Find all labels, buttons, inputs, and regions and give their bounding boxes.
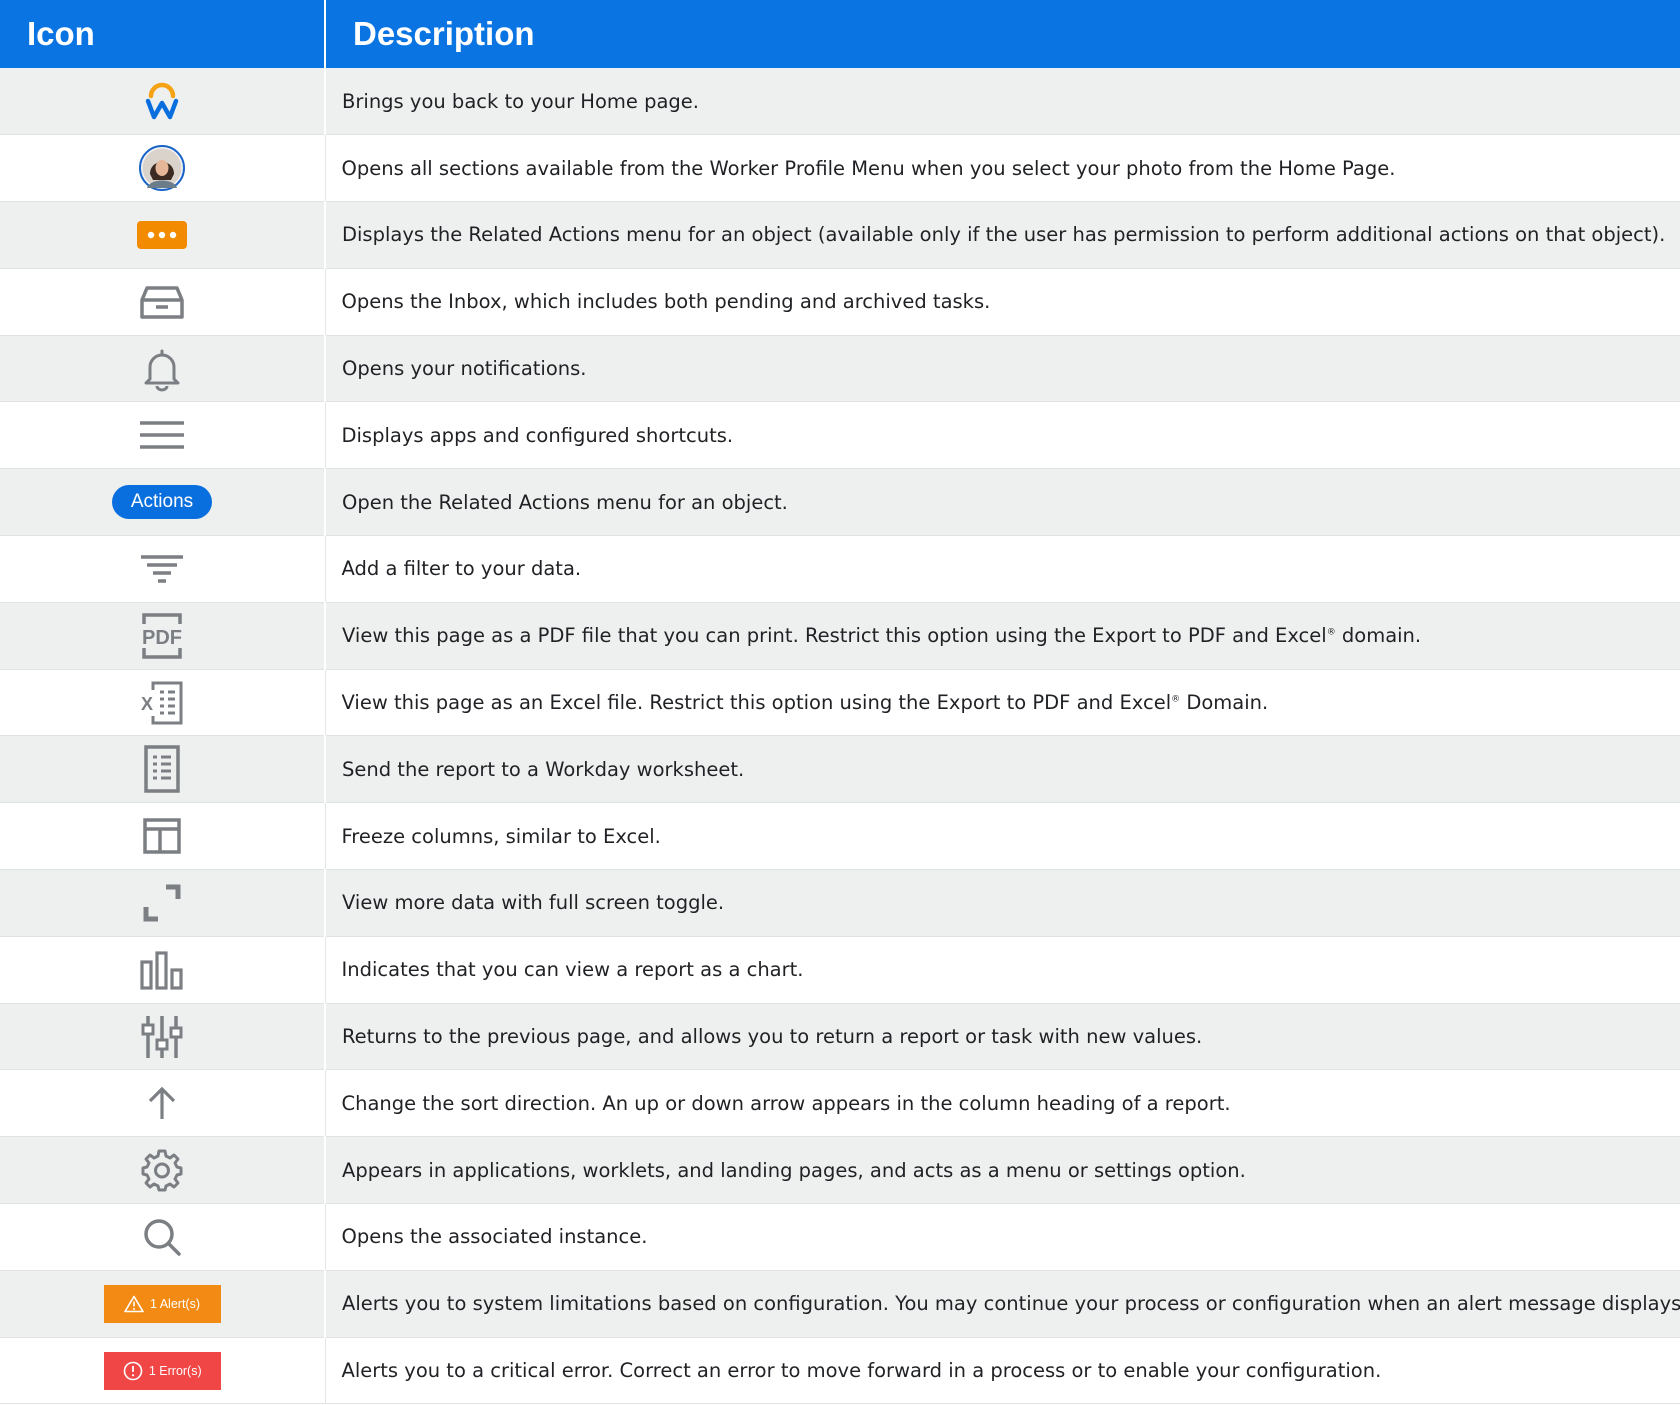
actions-button[interactable]: Actions xyxy=(111,485,213,520)
sort-arrow-up-icon[interactable] xyxy=(146,1085,178,1121)
table-row: Displays apps and configured shortcuts. xyxy=(0,401,1680,470)
table-row: Opens your notifications. xyxy=(0,335,1680,403)
error-badge-label: 1 Error(s) xyxy=(148,1363,202,1378)
svg-text:X: X xyxy=(141,694,153,714)
description-column-header: Description xyxy=(324,0,1680,68)
icon-column-header: Icon xyxy=(0,0,325,68)
row-description: Indicates that you can view a report as … xyxy=(325,936,1680,1004)
row-description: Opens your notifications. xyxy=(325,335,1680,403)
chart-icon[interactable] xyxy=(138,950,186,990)
error-badge[interactable]: 1 Error(s) xyxy=(103,1351,221,1390)
row-description: View this page as a PDF file that you ca… xyxy=(325,602,1680,670)
related-actions-ellipsis-icon[interactable] xyxy=(136,220,188,250)
alert-badge[interactable]: 1 Alert(s) xyxy=(103,1284,221,1323)
row-description: Add a filter to your data. xyxy=(325,535,1680,603)
worksheet-icon[interactable] xyxy=(142,745,182,794)
excel-export-icon[interactable]: X xyxy=(139,680,185,726)
warning-triangle-icon xyxy=(124,1295,144,1313)
workday-home-logo-icon[interactable] xyxy=(145,81,179,121)
inbox-icon[interactable] xyxy=(139,282,185,322)
row-description: Alerts you to system limitations based o… xyxy=(325,1270,1680,1338)
table-row: Opens all sections available from the Wo… xyxy=(0,134,1680,203)
row-description: Appears in applications, worklets, and l… xyxy=(325,1136,1680,1205)
table-row: Appears in applications, worklets, and l… xyxy=(0,1136,1680,1205)
row-description: Opens all sections available from the Wo… xyxy=(325,134,1680,203)
table-row: Brings you back to your Home page. xyxy=(0,68,1680,136)
table-row: Returns to the previous page, and allows… xyxy=(0,1003,1680,1071)
table-header-row: Icon Description xyxy=(0,0,1680,68)
table-row: Opens the associated instance. xyxy=(0,1203,1680,1271)
row-description: Brings you back to your Home page. xyxy=(325,68,1680,136)
table-row: Send the report to a Workday worksheet. xyxy=(0,735,1680,804)
table-row: View more data with full screen toggle. xyxy=(0,869,1680,937)
table-row: Actions Open the Related Actions menu fo… xyxy=(0,468,1680,537)
row-description: Open the Related Actions menu for an obj… xyxy=(325,468,1680,537)
table-row: PDF View this page as a PDF file that yo… xyxy=(0,602,1680,670)
table-row: Change the sort direction. An up or down… xyxy=(0,1069,1680,1138)
table-row: 1 Alert(s) Alerts you to system limitati… xyxy=(0,1270,1680,1338)
row-description: Displays the Related Actions menu for an… xyxy=(325,201,1680,269)
filter-sliders-icon[interactable] xyxy=(139,1014,185,1060)
filter-icon[interactable] xyxy=(139,553,185,585)
search-icon[interactable] xyxy=(142,1217,182,1257)
freeze-columns-icon[interactable] xyxy=(142,817,182,855)
row-description: Send the report to a Workday worksheet. xyxy=(325,735,1680,804)
table-row: X View this page as an Excel file. Restr… xyxy=(0,669,1680,737)
row-description: Returns to the previous page, and allows… xyxy=(325,1003,1680,1071)
table-row: Opens the Inbox, which includes both pen… xyxy=(0,268,1680,336)
worker-profile-photo-icon[interactable] xyxy=(138,144,186,192)
fullscreen-toggle-icon[interactable] xyxy=(142,883,182,923)
notifications-bell-icon[interactable] xyxy=(142,346,182,392)
row-description: Freeze columns, similar to Excel. xyxy=(325,802,1680,871)
row-description: Opens the associated instance. xyxy=(325,1203,1680,1271)
row-description: Displays apps and configured shortcuts. xyxy=(325,401,1680,470)
row-description: View more data with full screen toggle. xyxy=(325,869,1680,937)
table-row: Freeze columns, similar to Excel. xyxy=(0,802,1680,871)
menu-hamburger-icon[interactable] xyxy=(138,419,186,451)
row-description: View this page as an Excel file. Restric… xyxy=(325,669,1680,737)
table-row: Displays the Related Actions menu for an… xyxy=(0,201,1680,269)
gear-icon[interactable] xyxy=(140,1148,184,1192)
row-description: Alerts you to a critical error. Correct … xyxy=(325,1337,1680,1405)
error-circle-icon xyxy=(123,1361,143,1380)
svg-text:PDF: PDF xyxy=(142,627,182,649)
table-row: Add a filter to your data. xyxy=(0,535,1680,603)
table-row: 1 Error(s) Alerts you to a critical erro… xyxy=(0,1337,1680,1405)
alert-badge-label: 1 Alert(s) xyxy=(149,1296,200,1311)
row-description: Change the sort direction. An up or down… xyxy=(325,1069,1680,1138)
icon-reference-table: Icon Description Brings you back to your… xyxy=(0,0,1680,1405)
table-row: Indicates that you can view a report as … xyxy=(0,936,1680,1004)
row-description: Opens the Inbox, which includes both pen… xyxy=(325,268,1680,336)
pdf-export-icon[interactable]: PDF xyxy=(140,612,184,660)
